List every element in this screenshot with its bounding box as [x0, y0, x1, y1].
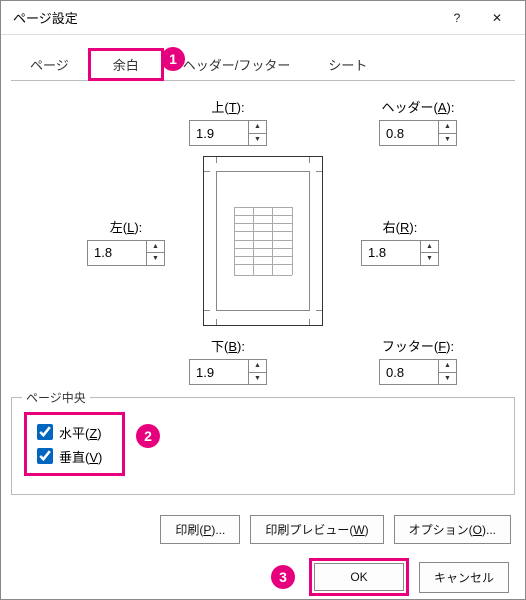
spinner-arrows[interactable]: ▲▼: [146, 241, 164, 265]
ok-highlight: OK: [309, 558, 409, 596]
center-horizontal-checkbox[interactable]: [37, 424, 53, 440]
help-button[interactable]: ?: [437, 4, 477, 32]
margin-top-label: 上(T):: [163, 97, 293, 116]
window-title: ページ設定: [13, 8, 437, 27]
margin-bottom-label: 下(B):: [163, 336, 293, 355]
callout-2: 2: [136, 424, 160, 448]
margin-footer-input[interactable]: [380, 360, 438, 384]
spinner-arrows[interactable]: ▲▼: [438, 121, 456, 145]
margin-header-input[interactable]: [380, 121, 438, 145]
help-icon: ?: [454, 11, 461, 25]
tab-strip: ページ 余白 ヘッダー/フッター シート 1: [11, 47, 515, 81]
margin-right-spinner[interactable]: ▲▼: [361, 240, 439, 266]
titlebar: ページ設定 ? ✕: [1, 1, 525, 35]
cancel-button[interactable]: キャンセル: [419, 562, 509, 593]
secondary-button-row: 印刷(P)... 印刷プレビュー(W) オプション(O)...: [1, 515, 511, 544]
spinner-arrows[interactable]: ▲▼: [438, 360, 456, 384]
margin-footer-spinner[interactable]: ▲▼: [379, 359, 457, 385]
spinner-arrows[interactable]: ▲▼: [420, 241, 438, 265]
margin-left-input[interactable]: [88, 241, 146, 265]
close-icon: ✕: [492, 11, 502, 25]
margin-header-block: ヘッダー(A): ▲▼: [353, 97, 483, 146]
ok-button[interactable]: OK: [314, 563, 404, 591]
center-checks-highlight: 水平(Z) 垂直(V): [24, 412, 125, 476]
margin-footer-label: フッター(F):: [353, 336, 483, 355]
center-horizontal-label: 水平(Z): [59, 423, 102, 442]
content-area: 上(T): ▲▼ ヘッダー(A): ▲▼ 左(L): ▲▼: [1, 81, 525, 385]
callout-1: 1: [161, 47, 185, 71]
print-button[interactable]: 印刷(P)...: [160, 515, 240, 544]
options-button[interactable]: オプション(O)...: [394, 515, 511, 544]
margin-left-label: 左(L):: [61, 217, 191, 236]
margin-left-block: 左(L): ▲▼: [61, 217, 191, 266]
margin-left-spinner[interactable]: ▲▼: [87, 240, 165, 266]
page-center-legend: ページ中央: [22, 389, 90, 406]
margin-right-block: 右(R): ▲▼: [335, 217, 465, 266]
dialog-footer: 3 OK キャンセル: [1, 558, 509, 596]
tab-page[interactable]: ページ: [11, 48, 88, 81]
spinner-arrows[interactable]: ▲▼: [248, 121, 266, 145]
close-button[interactable]: ✕: [477, 4, 517, 32]
margin-bottom-block: 下(B): ▲▼: [163, 336, 293, 385]
margin-top-spinner[interactable]: ▲▼: [189, 120, 267, 146]
page-center-group: ページ中央 水平(Z) 垂直(V) 2: [11, 397, 515, 495]
margin-bottom-spinner[interactable]: ▲▼: [189, 359, 267, 385]
margin-header-spinner[interactable]: ▲▼: [379, 120, 457, 146]
tab-sheet[interactable]: シート: [309, 48, 386, 81]
callout-3: 3: [271, 565, 295, 589]
margin-footer-block: フッター(F): ▲▼: [353, 336, 483, 385]
margin-right-input[interactable]: [362, 241, 420, 265]
margin-bottom-input[interactable]: [190, 360, 248, 384]
margin-top-block: 上(T): ▲▼: [163, 97, 293, 146]
center-vertical-checkbox[interactable]: [37, 448, 53, 464]
print-preview-button[interactable]: 印刷プレビュー(W): [250, 515, 383, 544]
tab-margins[interactable]: 余白: [88, 48, 164, 81]
center-vertical-label: 垂直(V): [59, 447, 102, 466]
page-preview: [203, 156, 323, 326]
spinner-arrows[interactable]: ▲▼: [248, 360, 266, 384]
tab-header-footer[interactable]: ヘッダー/フッター: [164, 48, 310, 81]
margin-header-label: ヘッダー(A):: [353, 97, 483, 116]
margin-right-label: 右(R):: [335, 217, 465, 236]
margin-top-input[interactable]: [190, 121, 248, 145]
